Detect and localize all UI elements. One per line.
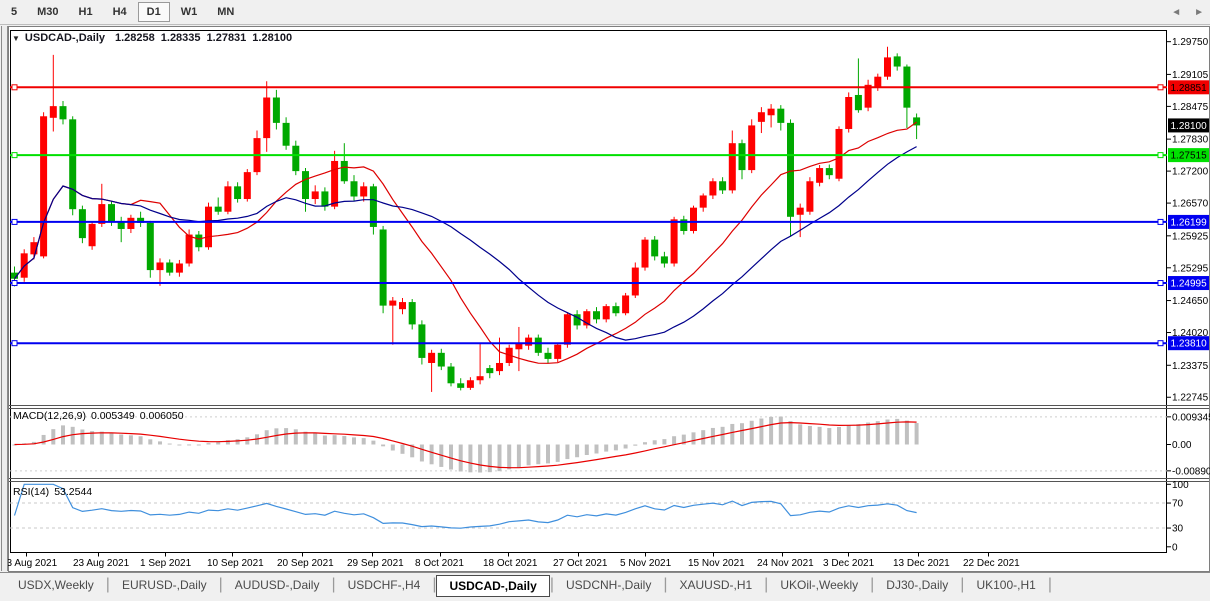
current-price-tag: 1.28100 xyxy=(1168,118,1209,132)
tab-separator: | xyxy=(1048,575,1052,595)
svg-text:8 Oct 2021: 8 Oct 2021 xyxy=(415,558,464,569)
timeframe-button-w1[interactable]: W1 xyxy=(172,2,207,22)
tab-xauusd-h1[interactable]: XAUUSD-,H1 xyxy=(667,575,764,595)
timeframe-toolbar: 5M30H1H4D1W1MN xyxy=(0,0,1210,25)
svg-text:18 Oct 2021: 18 Oct 2021 xyxy=(483,558,538,569)
window-left-edge xyxy=(1,26,8,571)
macd-header: MACD(12,26,9) 0.005349 0.006050 xyxy=(13,410,184,422)
svg-text:1.23810: 1.23810 xyxy=(1171,339,1208,350)
svg-text:0.00: 0.00 xyxy=(1172,440,1192,451)
svg-text:13 Dec 2021: 13 Dec 2021 xyxy=(893,558,950,569)
svg-text:22 Dec 2021: 22 Dec 2021 xyxy=(963,558,1020,569)
rsi-header: RSI(14) 53.2544 xyxy=(13,486,92,498)
svg-text:1.27200: 1.27200 xyxy=(1172,167,1209,178)
svg-text:1.28100: 1.28100 xyxy=(1171,121,1208,132)
rsi-value: 53.2544 xyxy=(54,486,92,498)
tab-usdx-weekly[interactable]: USDX,Weekly xyxy=(6,575,106,595)
svg-text:100: 100 xyxy=(1172,480,1189,491)
svg-text:1.23375: 1.23375 xyxy=(1172,361,1209,372)
svg-text:0.009345: 0.009345 xyxy=(1172,412,1210,423)
level-price-tag: 1.26199 xyxy=(1168,215,1209,229)
macd-signal-value: 0.006050 xyxy=(140,410,184,422)
timeframe-button-5[interactable]: 5 xyxy=(2,2,26,22)
svg-text:1.24995: 1.24995 xyxy=(1171,279,1208,290)
macd-value: 0.005349 xyxy=(91,410,135,422)
svg-text:20 Sep 2021: 20 Sep 2021 xyxy=(277,558,334,569)
svg-text:1.29750: 1.29750 xyxy=(1172,37,1209,48)
collapse-chevron-icon[interactable]: ▼ xyxy=(12,34,20,43)
ohlc-close: 1.28100 xyxy=(252,32,292,44)
tab-usdcnh-daily[interactable]: USDCNH-,Daily xyxy=(554,575,663,595)
svg-text:1.27515: 1.27515 xyxy=(1171,151,1208,162)
level-price-tag: 1.27515 xyxy=(1168,148,1209,162)
svg-text:1.25295: 1.25295 xyxy=(1172,263,1209,274)
tab-ukoil-weekly[interactable]: UKOil-,Weekly xyxy=(768,575,870,595)
svg-text:5 Nov 2021: 5 Nov 2021 xyxy=(620,558,672,569)
svg-text:23 Aug 2021: 23 Aug 2021 xyxy=(73,558,130,569)
mt4-window: { "toolbar": { "timeframes": ["5", "M30"… xyxy=(0,0,1210,601)
timeframe-button-h1[interactable]: H1 xyxy=(70,2,102,22)
ohlc-open: 1.28258 xyxy=(115,32,155,44)
chart-symbol-label: USDCAD-,Daily xyxy=(25,32,105,44)
svg-text:1.26570: 1.26570 xyxy=(1172,199,1209,210)
tab-dj30-daily[interactable]: DJ30-,Daily xyxy=(874,575,960,595)
chart-client-area xyxy=(8,26,1210,572)
svg-text:10 Sep 2021: 10 Sep 2021 xyxy=(207,558,264,569)
tab-usdchf-h4[interactable]: USDCHF-,H4 xyxy=(336,575,433,595)
chart-header: ▼ USDCAD-,Daily 1.28258 1.28335 1.27831 … xyxy=(12,32,298,44)
tab-audusd-daily[interactable]: AUDUSD-,Daily xyxy=(223,575,332,595)
timeframe-button-d1[interactable]: D1 xyxy=(138,2,170,22)
tab-scroll-left-icon[interactable]: ◄ xyxy=(1171,7,1181,18)
tab-eurusd-daily[interactable]: EURUSD-,Daily xyxy=(110,575,219,595)
svg-text:30: 30 xyxy=(1172,524,1184,535)
timeframe-button-mn[interactable]: MN xyxy=(208,2,243,22)
timeframe-button-m30[interactable]: M30 xyxy=(28,2,67,22)
svg-text:-0.008902: -0.008902 xyxy=(1172,466,1210,477)
svg-text:1.25925: 1.25925 xyxy=(1172,231,1209,242)
tab-usdcad-daily[interactable]: USDCAD-,Daily xyxy=(436,575,549,597)
svg-text:1.28851: 1.28851 xyxy=(1171,83,1208,94)
svg-text:1.29105: 1.29105 xyxy=(1172,70,1209,81)
rsi-title: RSI(14) xyxy=(13,486,49,498)
timeframe-button-h4[interactable]: H4 xyxy=(104,2,136,22)
ohlc-high: 1.28335 xyxy=(161,32,201,44)
svg-text:15 Nov 2021: 15 Nov 2021 xyxy=(688,558,745,569)
level-price-tag: 1.24995 xyxy=(1168,276,1209,290)
svg-text:0: 0 xyxy=(1172,542,1178,553)
svg-text:1 Sep 2021: 1 Sep 2021 xyxy=(140,558,192,569)
svg-text:1.28475: 1.28475 xyxy=(1172,102,1209,113)
svg-text:29 Sep 2021: 29 Sep 2021 xyxy=(347,558,404,569)
svg-text:1.22745: 1.22745 xyxy=(1172,393,1209,404)
level-price-tag: 1.23810 xyxy=(1168,336,1209,350)
svg-text:1.24650: 1.24650 xyxy=(1172,296,1209,307)
svg-text:3 Dec 2021: 3 Dec 2021 xyxy=(823,558,875,569)
svg-text:1.26199: 1.26199 xyxy=(1171,217,1208,228)
tab-scroll-right-icon[interactable]: ► xyxy=(1194,7,1204,18)
price-chart-canvas[interactable]: 1.29750 1.29105 1.28475 1.27830 1.27200 1.265… xyxy=(0,0,1210,601)
macd-title: MACD(12,26,9) xyxy=(13,410,86,422)
svg-text:27 Oct 2021: 27 Oct 2021 xyxy=(553,558,608,569)
level-price-tag: 1.28851 xyxy=(1168,80,1209,94)
ohlc-low: 1.27831 xyxy=(207,32,247,44)
symbol-tabbar: USDX,Weekly|EURUSD-,Daily|AUDUSD-,Daily|… xyxy=(0,572,1210,601)
tab-scroll-nav: ◄ ► xyxy=(1171,7,1204,18)
svg-text:70: 70 xyxy=(1172,499,1184,510)
tab-uk100-h1[interactable]: UK100-,H1 xyxy=(964,575,1047,595)
svg-text:13 Aug 2021: 13 Aug 2021 xyxy=(1,558,58,569)
svg-text:1.27830: 1.27830 xyxy=(1172,135,1209,146)
svg-text:24 Nov 2021: 24 Nov 2021 xyxy=(757,558,814,569)
